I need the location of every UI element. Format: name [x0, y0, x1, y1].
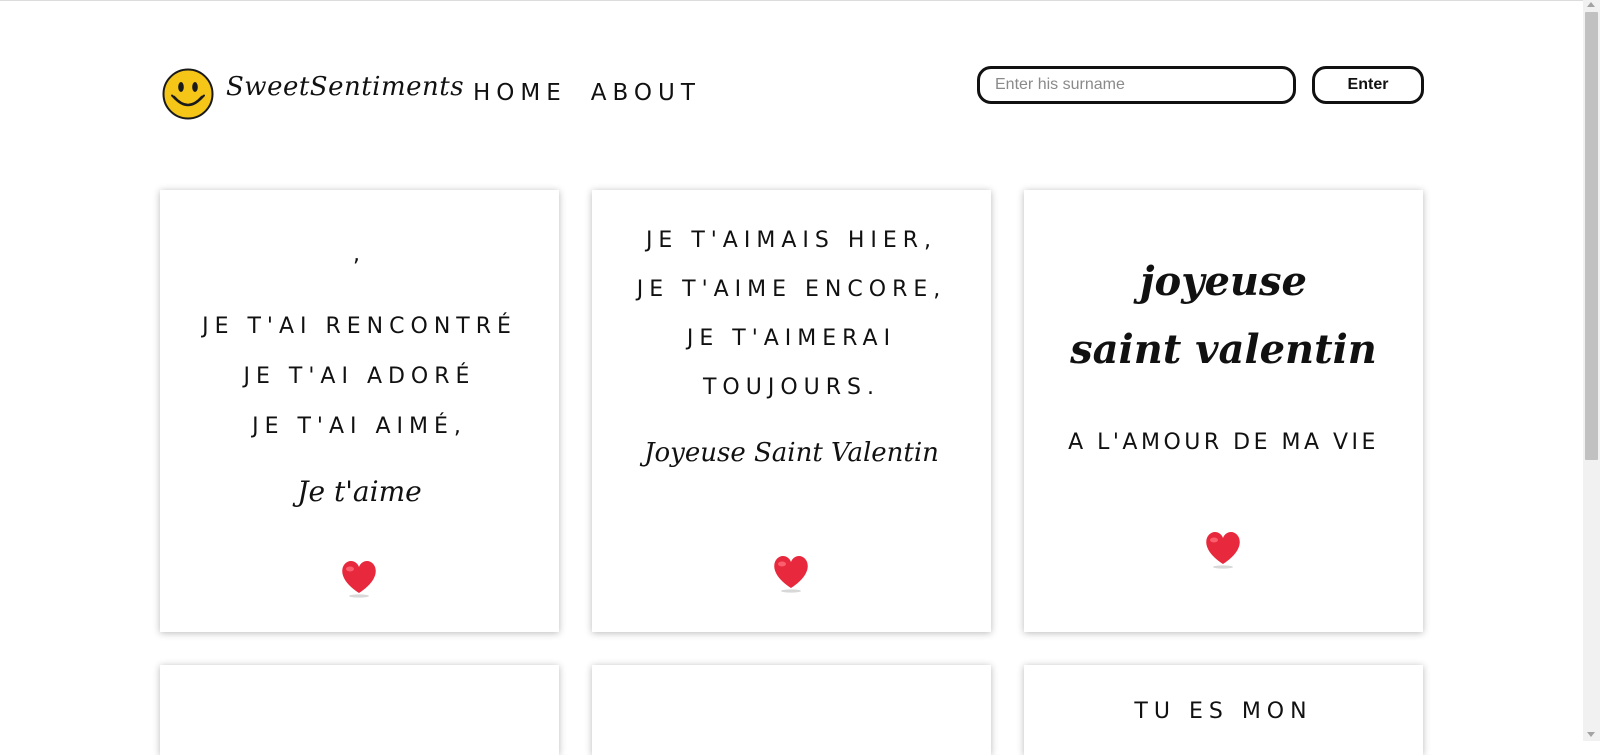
page-scrollbar[interactable] — [1583, 0, 1600, 741]
card-script-text: Je t'aime — [297, 475, 422, 508]
heart-icon — [1206, 532, 1240, 569]
heart-icon — [774, 556, 808, 593]
enter-button[interactable]: Enter — [1312, 66, 1424, 104]
card-script-title: joyeuse — [1140, 258, 1307, 305]
card-text-line: , — [353, 242, 366, 267]
card-script-title: saint valentin — [1070, 326, 1377, 373]
card-text-line: JE T'AI RENCONTRÉ — [202, 314, 517, 339]
nav-home[interactable]: HOME — [473, 80, 567, 106]
heart-icon — [342, 561, 376, 598]
card-1[interactable]: , JE T'AI RENCONTRÉ JE T'AI ADORÉ JE T'A… — [160, 190, 559, 632]
card-script-text: Joyeuse Saint Valentin — [644, 438, 939, 468]
scrollbar-thumb[interactable] — [1585, 12, 1598, 460]
card-6[interactable]: TU ES MON — [1024, 665, 1423, 755]
card-text-line: TOUJOURS. — [702, 375, 880, 400]
card-text-line: JE T'AI ADORÉ — [243, 364, 476, 389]
scroll-up-icon[interactable] — [1587, 2, 1595, 7]
scroll-down-icon[interactable] — [1587, 732, 1595, 737]
card-text-line: JE T'AI AIMÉ, — [252, 414, 467, 439]
main-nav: HOME ABOUT — [473, 80, 701, 106]
card-text-line: A L'AMOUR DE MA VIE — [1068, 430, 1379, 455]
card-text-line: JE T'AIMERAI — [686, 326, 897, 351]
top-border — [0, 0, 1600, 1]
card-5[interactable] — [592, 665, 991, 755]
smiley-face-icon[interactable] — [162, 68, 214, 120]
card-text-line: JE T'AIME ENCORE, — [636, 277, 947, 302]
surname-input[interactable] — [977, 66, 1296, 104]
card-text-line: JE T'AIMAIS HIER, — [645, 228, 938, 253]
card-3[interactable]: joyeuse saint valentin A L'AMOUR DE MA V… — [1024, 190, 1423, 632]
brand-name[interactable]: SweetSentiments — [226, 72, 464, 102]
nav-about[interactable]: ABOUT — [591, 80, 701, 106]
card-4[interactable] — [160, 665, 559, 755]
card-2[interactable]: JE T'AIMAIS HIER, JE T'AIME ENCORE, JE T… — [592, 190, 991, 632]
card-text-line: TU ES MON — [1134, 699, 1313, 724]
